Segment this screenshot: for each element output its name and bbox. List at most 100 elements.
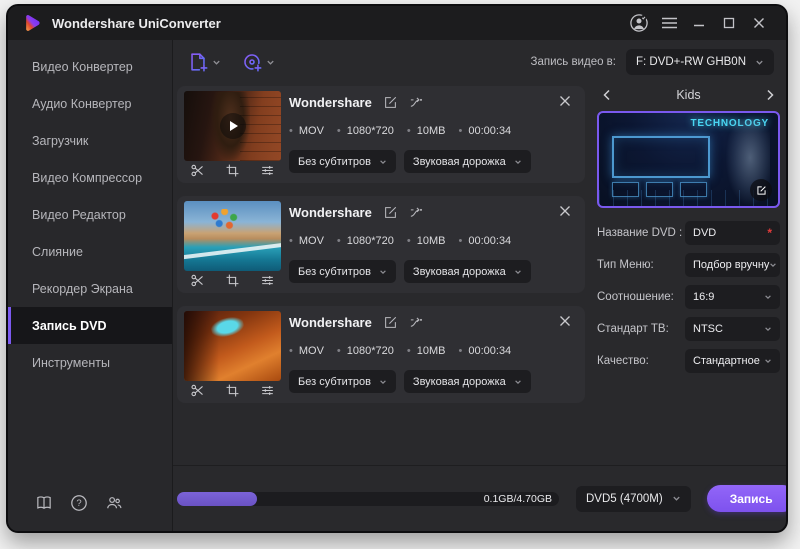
sidebar-item-video-compressor[interactable]: Видео Компрессор: [8, 159, 172, 196]
dvd-menu-preview[interactable]: TECHNOLOGY: [597, 111, 780, 208]
template-switcher: Kids: [597, 86, 780, 104]
remove-video-icon[interactable]: [559, 205, 573, 219]
menu-type-select[interactable]: Подбор вручну: [685, 253, 780, 277]
app-title: Wondershare UniConverter: [52, 16, 221, 31]
video-resolution: 1080*720: [347, 235, 394, 247]
field-label: Стандарт ТВ:: [597, 323, 669, 335]
menu-icon[interactable]: [656, 11, 682, 35]
subtitle-value: Без субтитров: [298, 266, 371, 278]
titlebar-controls: [626, 11, 772, 35]
community-icon[interactable]: [105, 494, 123, 512]
play-icon[interactable]: [220, 113, 246, 139]
burn-button[interactable]: Запись: [707, 485, 788, 512]
remove-video-icon[interactable]: [559, 315, 573, 329]
close-icon[interactable]: [746, 11, 772, 35]
add-files-button[interactable]: [187, 51, 221, 73]
video-duration: 00:00:34: [468, 235, 511, 247]
sidebar-item-video-converter[interactable]: Видео Конвертер: [8, 48, 172, 85]
trim-icon[interactable]: [190, 163, 205, 178]
split-icon[interactable]: [409, 95, 424, 110]
video-size: 10MB: [417, 345, 446, 357]
video-format: MOV: [299, 125, 324, 137]
thumb-toolbar: [184, 159, 281, 181]
disc-type-value: DVD5 (4700M): [586, 493, 663, 505]
chevron-down-icon: [379, 378, 387, 386]
sidebar-item-merger[interactable]: Слияние: [8, 233, 172, 270]
help-icon[interactable]: ?: [70, 494, 88, 512]
remove-video-icon[interactable]: [559, 95, 573, 109]
split-icon[interactable]: [409, 205, 424, 220]
thumb-toolbar: [184, 269, 281, 291]
chevron-down-icon: [764, 293, 772, 301]
subtitle-value: Без субтитров: [298, 376, 371, 388]
effects-icon[interactable]: [260, 163, 275, 178]
rename-icon[interactable]: [383, 95, 398, 110]
video-title: Wondershare: [289, 205, 372, 220]
audio-track-select[interactable]: Звуковая дорожка: [404, 370, 531, 393]
field-dvd-name: Название DVD : DVD *: [597, 221, 780, 245]
subtitle-select[interactable]: Без субтитров: [289, 150, 396, 173]
bullet: •: [289, 235, 293, 247]
dvd-name-value: DVD: [693, 227, 716, 239]
video-resolution: 1080*720: [347, 125, 394, 137]
video-thumbnail[interactable]: [184, 201, 281, 271]
video-thumbnail[interactable]: [184, 91, 281, 161]
audio-track-value: Звуковая дорожка: [413, 156, 506, 168]
video-title: Wondershare: [289, 95, 372, 110]
dvd-settings-fields: Название DVD : DVD * Тип Меню: Подбор вр…: [597, 221, 780, 373]
video-size: 10MB: [417, 235, 446, 247]
audio-track-select[interactable]: Звуковая дорожка: [404, 260, 531, 283]
split-icon[interactable]: [409, 315, 424, 330]
video-info: •MOV •1080*720 •10MB •00:00:34: [289, 125, 511, 137]
field-label: Тип Меню:: [597, 259, 654, 271]
subtitle-select[interactable]: Без субтитров: [289, 370, 396, 393]
subtitle-select[interactable]: Без субтитров: [289, 260, 396, 283]
add-disc-icon: [241, 51, 263, 73]
disc-type-select[interactable]: DVD5 (4700M): [576, 486, 691, 512]
edit-template-icon[interactable]: [750, 179, 772, 201]
rename-icon[interactable]: [383, 315, 398, 330]
crop-icon[interactable]: [225, 163, 240, 178]
trim-icon[interactable]: [190, 273, 205, 288]
video-size: 10MB: [417, 125, 446, 137]
quality-select[interactable]: Стандартное: [685, 349, 780, 373]
chevron-down-icon: [764, 325, 772, 333]
trim-icon[interactable]: [190, 383, 205, 398]
video-format: MOV: [299, 235, 324, 247]
template-prev-icon[interactable]: [600, 88, 614, 102]
burn-device-select[interactable]: F: DVD+-RW GHB0N: [626, 49, 774, 75]
sidebar-item-audio-converter[interactable]: Аудио Конвертер: [8, 85, 172, 122]
bullet: •: [459, 345, 463, 357]
load-disc-button[interactable]: [241, 51, 275, 73]
minimize-icon[interactable]: [686, 11, 712, 35]
footer-bar: 0.1GB/4.70GB DVD5 (4700M) Запись: [173, 465, 786, 531]
crop-icon[interactable]: [225, 383, 240, 398]
chevron-down-icon: [514, 158, 522, 166]
sidebar-item-video-editor[interactable]: Видео Редактор: [8, 196, 172, 233]
svg-text:?: ?: [76, 498, 81, 509]
dvd-name-input[interactable]: DVD *: [685, 221, 780, 245]
tv-standard-select[interactable]: NTSC: [685, 317, 780, 341]
sidebar-item-dvd-burner[interactable]: Запись DVD: [8, 307, 172, 344]
sidebar-item-screen-recorder[interactable]: Рекордер Экрана: [8, 270, 172, 307]
video-thumbnail[interactable]: [184, 311, 281, 381]
bullet: •: [337, 125, 341, 137]
crop-icon[interactable]: [225, 273, 240, 288]
template-next-icon[interactable]: [763, 88, 777, 102]
field-label: Качество:: [597, 355, 649, 367]
user-guide-icon[interactable]: [35, 494, 53, 512]
audio-track-select[interactable]: Звуковая дорожка: [404, 150, 531, 173]
sidebar-item-label: Видео Компрессор: [32, 171, 142, 185]
bullet: •: [459, 235, 463, 247]
chevron-down-icon: [379, 158, 387, 166]
sidebar-item-downloader[interactable]: Загрузчик: [8, 122, 172, 159]
effects-icon[interactable]: [260, 273, 275, 288]
field-quality: Качество: Стандартное: [597, 349, 780, 373]
sidebar-item-toolbox[interactable]: Инструменты: [8, 344, 172, 381]
account-icon[interactable]: [626, 11, 652, 35]
menu-type-value: Подбор вручну: [693, 259, 769, 271]
effects-icon[interactable]: [260, 383, 275, 398]
maximize-icon[interactable]: [716, 11, 742, 35]
rename-icon[interactable]: [383, 205, 398, 220]
aspect-ratio-select[interactable]: 16:9: [685, 285, 780, 309]
